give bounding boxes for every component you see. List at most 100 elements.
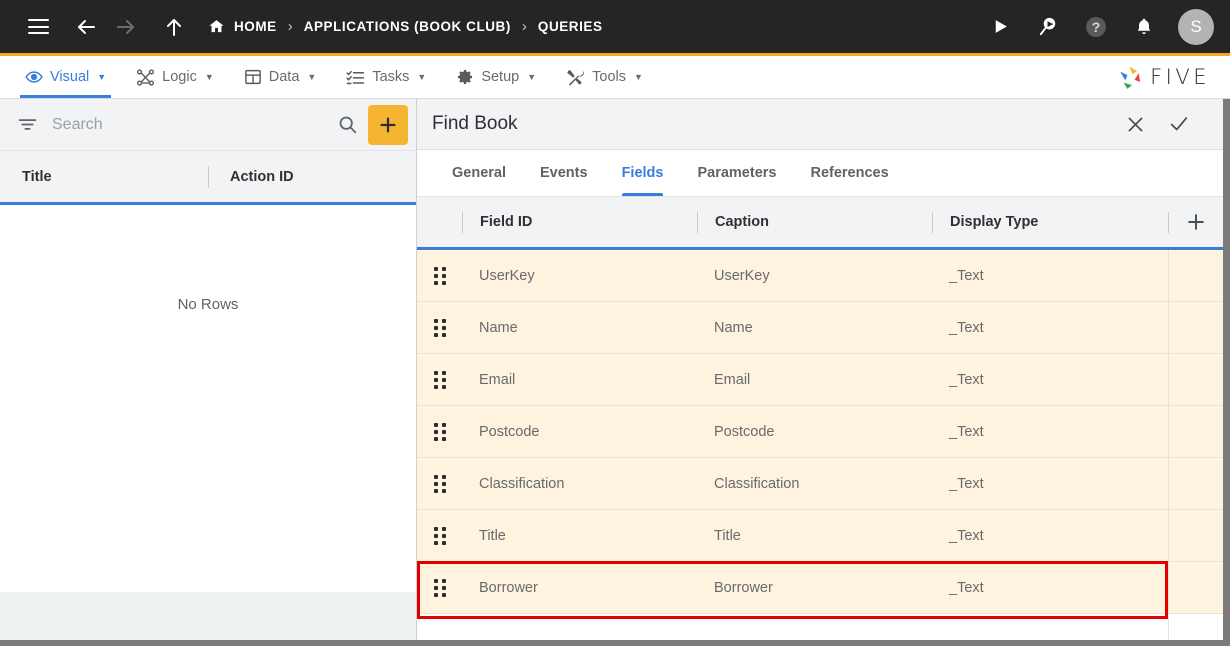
breadcrumb: HOME › APPLICATIONS (BOOK CLUB) › QUERIE… — [208, 18, 603, 35]
nodes-icon — [136, 68, 155, 87]
column-header-display-type[interactable]: Display Type — [932, 211, 1168, 233]
tab-parameters[interactable]: Parameters — [680, 150, 793, 196]
checklist-icon — [346, 68, 365, 87]
row-tail — [1168, 302, 1223, 353]
cell-field-id: UserKey — [479, 267, 535, 284]
page-title: Find Book — [432, 113, 518, 134]
menu-label-tools: Tools — [592, 69, 626, 85]
cell-field-id: Classification — [479, 475, 565, 492]
menu-label-logic: Logic — [162, 69, 197, 85]
gear-icon — [456, 68, 474, 86]
cell-caption: Email — [714, 371, 751, 388]
help-circle-icon[interactable]: ? — [1074, 5, 1118, 49]
drag-handle-icon[interactable] — [417, 318, 462, 337]
arrow-up-icon[interactable] — [154, 7, 194, 47]
arrow-back-icon[interactable] — [66, 7, 106, 47]
bell-icon[interactable] — [1122, 5, 1166, 49]
hamburger-icon[interactable] — [18, 7, 58, 47]
breadcrumb-separator: › — [287, 18, 293, 35]
table-row[interactable]: Postcode Postcode _Text — [417, 406, 1223, 458]
menu-label-visual: Visual — [50, 69, 90, 85]
menu-label-setup: Setup — [481, 69, 520, 85]
menu-item-setup[interactable]: Setup ▼ — [441, 56, 551, 98]
breadcrumb-separator: › — [521, 18, 527, 35]
cell-caption: Postcode — [714, 423, 775, 440]
add-record-button[interactable] — [368, 104, 408, 145]
tab-fields[interactable]: Fields — [605, 150, 681, 196]
table-row[interactable]: Title Title _Text — [417, 510, 1223, 562]
cell-field-id: Borrower — [479, 579, 538, 596]
drag-handle-icon[interactable] — [417, 266, 462, 285]
breadcrumb-item-applications[interactable]: APPLICATIONS (BOOK CLUB) — [304, 19, 511, 34]
row-tail — [1168, 354, 1223, 405]
menu-item-logic[interactable]: Logic ▼ — [121, 56, 229, 98]
drag-handle-icon[interactable] — [417, 474, 462, 493]
empty-state-message: No Rows — [177, 296, 239, 313]
table-row[interactable]: Name Name _Text — [417, 302, 1223, 354]
left-table-header: Title Action ID — [0, 151, 416, 205]
arrow-forward-icon[interactable] — [106, 7, 146, 47]
cell-caption: UserKey — [714, 267, 770, 284]
top-nav-left-group: HOME › APPLICATIONS (BOOK CLUB) › QUERIE… — [18, 7, 978, 47]
play-icon[interactable] — [978, 5, 1022, 49]
cell-field-id: Postcode — [479, 423, 540, 440]
application-window: HOME › APPLICATIONS (BOOK CLUB) › QUERIE… — [0, 0, 1230, 646]
menu-item-tools[interactable]: Tools ▼ — [551, 56, 658, 98]
search-play-icon[interactable] — [1026, 5, 1070, 49]
filter-icon[interactable] — [14, 114, 40, 135]
add-column-button[interactable] — [1169, 211, 1223, 233]
top-nav-right-group: ? S — [978, 5, 1214, 49]
table-row[interactable]: UserKey UserKey _Text — [417, 250, 1223, 302]
cell-display-type: _Text — [949, 319, 984, 336]
table-row-highlighted[interactable]: Borrower Borrower _Text — [417, 561, 1223, 619]
detail-panel: Find Book General Events Fields Paramete… — [417, 99, 1230, 640]
five-logo-text: FIVE — [1150, 65, 1210, 89]
menu-item-tasks[interactable]: Tasks ▼ — [331, 56, 441, 98]
column-header-title[interactable]: Title — [0, 169, 208, 185]
home-icon — [208, 18, 225, 35]
chevron-down-icon: ▼ — [204, 71, 214, 82]
menu-label-tasks: Tasks — [372, 69, 410, 85]
chevron-down-icon: ▼ — [97, 71, 107, 82]
row-tail — [1168, 250, 1223, 301]
menu-item-visual[interactable]: Visual ▼ — [10, 56, 121, 98]
cell-display-type: _Text — [949, 267, 984, 284]
main-body: Title Action ID No Rows Find Book — [0, 99, 1230, 640]
drag-handle-icon[interactable] — [417, 422, 462, 441]
cell-field-id: Email — [479, 371, 516, 388]
drag-handle-icon[interactable] — [417, 526, 462, 545]
column-header-action-id[interactable]: Action ID — [209, 169, 294, 185]
eye-icon — [25, 68, 43, 86]
five-logo-mark-icon — [1116, 64, 1143, 91]
menu-item-data[interactable]: Data ▼ — [229, 56, 332, 98]
breadcrumb-item-home[interactable]: HOME — [208, 18, 277, 35]
column-header-caption[interactable]: Caption — [697, 211, 932, 233]
column-header-caption-label: Caption — [715, 214, 769, 230]
tab-references[interactable]: References — [793, 150, 905, 196]
search-icon[interactable] — [330, 114, 364, 135]
svg-text:?: ? — [1092, 19, 1101, 35]
avatar[interactable]: S — [1178, 8, 1214, 45]
top-navigation-bar: HOME › APPLICATIONS (BOOK CLUB) › QUERIE… — [0, 0, 1230, 56]
tab-events[interactable]: Events — [523, 150, 605, 196]
table-row[interactable]: Email Email _Text — [417, 354, 1223, 406]
table-row-empty — [417, 614, 1223, 640]
table-row[interactable]: Classification Classification _Text — [417, 458, 1223, 510]
row-tail — [1168, 458, 1223, 509]
chevron-down-icon: ▼ — [634, 71, 643, 82]
row-tail — [1168, 510, 1223, 561]
drag-handle-icon[interactable] — [417, 370, 462, 389]
column-header-field-id-label: Field ID — [480, 214, 533, 230]
cell-caption: Borrower — [714, 579, 773, 596]
module-menu-bar: Visual ▼ Logic ▼ Data ▼ Tasks ▼ Setup ▼ … — [0, 56, 1230, 99]
search-input[interactable] — [40, 115, 330, 134]
breadcrumb-item-queries[interactable]: QUERIES — [538, 19, 603, 34]
column-header-field-id[interactable]: Field ID — [462, 211, 697, 233]
drag-handle-icon[interactable] — [417, 578, 462, 597]
window-bottom-edge — [0, 640, 1230, 646]
close-icon[interactable] — [1113, 102, 1157, 146]
cell-caption: Title — [714, 527, 741, 544]
tab-general[interactable]: General — [435, 150, 523, 196]
confirm-check-icon[interactable] — [1157, 102, 1201, 146]
fields-grid-body[interactable]: UserKey UserKey _Text Name Name _Text Em… — [417, 250, 1223, 640]
